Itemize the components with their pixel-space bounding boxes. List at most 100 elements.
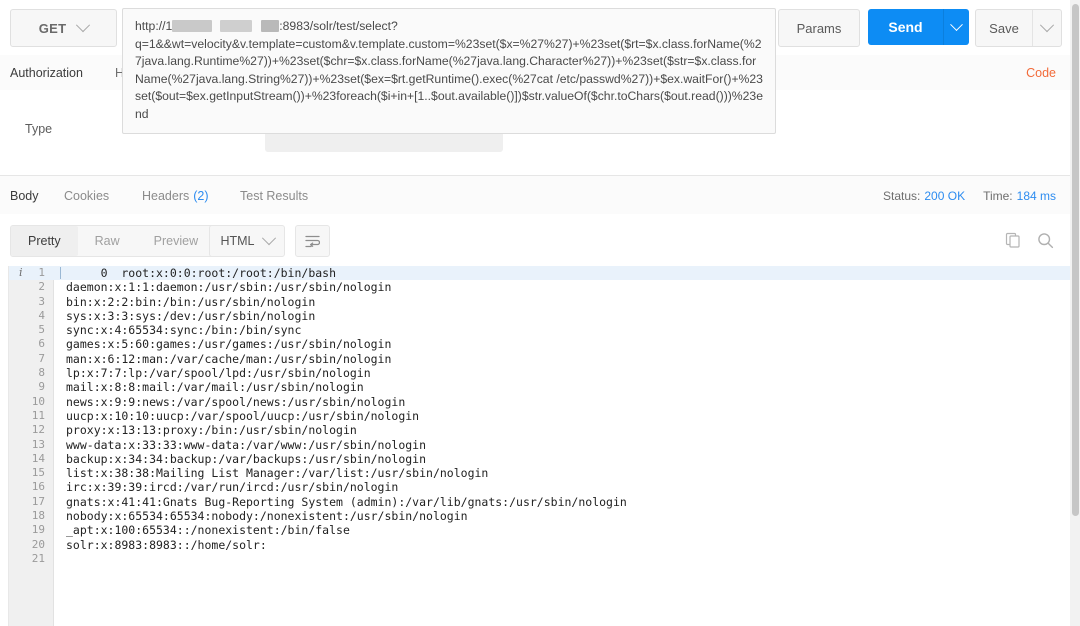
format-select-value: HTML: [220, 234, 255, 248]
search-icon: [1038, 232, 1054, 248]
status-value: 200 OK: [924, 188, 966, 203]
line-number: 2: [38, 280, 45, 294]
view-mode-raw-label: Raw: [94, 234, 120, 248]
view-mode-pretty[interactable]: Pretty: [11, 226, 78, 256]
response-tab-body[interactable]: Body: [10, 176, 39, 217]
code-line-text: backup:x:34:34:backup:/var/backups:/usr/…: [66, 451, 427, 466]
line-number: 3: [38, 294, 45, 308]
view-mode-raw[interactable]: Raw: [78, 226, 137, 256]
code-line: 5 sync:x:4:65534:sync:/bin:/bin/sync: [9, 323, 1070, 337]
params-label: Params: [796, 20, 842, 36]
code-line: 12 proxy:x:13:13:proxy:/bin:/usr/sbin/nol…: [9, 423, 1070, 437]
line-number: 9: [38, 380, 45, 394]
code-line-text: news:x:9:9:news:/var/spool/news:/usr/sbi…: [66, 394, 406, 409]
line-number: 5: [38, 323, 45, 337]
redacted-host-block: [220, 20, 253, 32]
redacted-host-block: [261, 20, 280, 32]
line-number: 7: [38, 351, 45, 365]
response-tab-headers[interactable]: Headers (2): [142, 176, 209, 215]
chevron-down-icon: [1039, 18, 1055, 33]
line-number: 12: [31, 423, 45, 437]
code-line: i1 0 root:x:0:0:root:/root:/bin/bash: [9, 266, 1070, 281]
save-label: Save: [989, 20, 1019, 36]
copy-button[interactable]: [1005, 232, 1021, 248]
send-label: Send: [888, 19, 923, 35]
line-number: 11: [31, 408, 45, 422]
chevron-down-icon: [261, 231, 276, 246]
code-line: 19 _apt:x:100:65534::/nonexistent:/bin/fa…: [9, 523, 1070, 537]
send-button[interactable]: Send: [868, 9, 943, 45]
time-value: 184 ms: [1016, 188, 1056, 203]
response-meta: Status: 200 OK Time: 184 ms: [883, 176, 1056, 215]
code-line-text: _apt:x:100:65534::/nonexistent:/bin/fals…: [66, 523, 350, 538]
time-label: Time:: [983, 188, 1013, 203]
code-line: 6 games:x:5:60:games:/usr/games:/usr/sbin…: [9, 337, 1070, 351]
save-options-button[interactable]: [1032, 10, 1061, 46]
tab-authorization[interactable]: Authorization: [10, 55, 83, 92]
code-line: 10 news:x:9:9:news:/var/spool/news:/usr/s…: [9, 395, 1070, 409]
search-button[interactable]: [1037, 232, 1054, 249]
line-number: 18: [31, 509, 45, 523]
code-line: 9 mail:x:8:8:mail:/var/mail:/usr/sbin/nol…: [9, 380, 1070, 394]
code-line-text: gnats:x:41:41:Gnats Bug-Reporting System…: [66, 494, 627, 509]
url-tooltip-suffix: :8983/solr/test/select?: [279, 19, 398, 33]
code-line-text: sync:x:4:65534:sync:/bin:/bin/sync: [66, 323, 302, 338]
page-scrollbar-thumb[interactable]: [1072, 4, 1079, 516]
response-tab-cookies[interactable]: Cookies: [64, 176, 109, 215]
send-options-button[interactable]: [943, 9, 969, 45]
status-indicator: Status: 200 OK: [883, 189, 965, 203]
view-mode-preview[interactable]: Preview: [137, 226, 215, 256]
http-method-dropdown[interactable]: GET: [10, 9, 117, 47]
line-number: 10: [31, 394, 45, 408]
line-number: 8: [38, 366, 45, 380]
response-tab-test-results[interactable]: Test Results: [240, 176, 308, 215]
code-link-label: Code: [1026, 65, 1056, 80]
url-tooltip-query: q=1&&wt=velocity&v.template=custom&v.tem…: [135, 36, 763, 121]
url-tooltip: http://1 :8983/solr/test/select? q=1&&wt=v…: [122, 8, 776, 134]
line-number: 21: [31, 551, 45, 565]
line-number: 17: [31, 494, 45, 508]
code-line-text: nobody:x:65534:65534:nobody:/nonexistent…: [66, 509, 468, 524]
response-tab-test-results-label: Test Results: [240, 188, 309, 203]
wrap-lines-button[interactable]: [295, 225, 330, 257]
code-line-text: www-data:x:33:33:www-data:/var/www:/usr/…: [66, 437, 427, 452]
code-line-text: sys:x:3:3:sys:/dev:/usr/sbin/nologin: [66, 308, 316, 323]
code-line-text: bin:x:2:2:bin:/bin:/usr/sbin/nologin: [66, 294, 316, 309]
response-body-viewer[interactable]: i1 0 root:x:0:0:root:/root:/bin/bash 2 dae…: [8, 266, 1070, 626]
response-body-lines: i1 0 root:x:0:0:root:/root:/bin/bash 2 dae…: [9, 266, 1070, 566]
code-line: 4 sys:x:3:3:sys:/dev:/usr/sbin/nologin: [9, 309, 1070, 323]
text-caret: [60, 267, 61, 279]
url-tooltip-prefix: http://1: [135, 19, 173, 33]
response-tab-headers-label: Headers: [142, 188, 190, 203]
save-button[interactable]: Save: [976, 10, 1032, 46]
chevron-down-icon: [76, 18, 91, 33]
code-line: 20 solr:x:8983:8983::/home/solr:: [9, 538, 1070, 552]
status-label: Status:: [883, 188, 921, 203]
line-number: 16: [31, 480, 45, 494]
code-line-text: daemon:x:1:1:daemon:/usr/sbin:/usr/sbin/…: [66, 280, 392, 295]
view-mode-group: Pretty Raw Preview: [10, 225, 217, 257]
chevron-down-icon: [950, 17, 963, 31]
params-button[interactable]: Params: [778, 9, 860, 47]
code-line: 17 gnats:x:41:41:Gnats Bug-Reporting Syst…: [9, 495, 1070, 509]
auth-type-label: Type: [25, 122, 53, 136]
code-line-text: solr:x:8983:8983::/home/solr:: [66, 537, 267, 552]
code-line: 18 nobody:x:65534:65534:nobody:/nonexiste…: [9, 509, 1070, 523]
code-line: 7 man:x:6:12:man:/var/cache/man:/usr/sbin…: [9, 352, 1070, 366]
format-select[interactable]: HTML: [209, 225, 285, 257]
postman-response-view: GET Params Send Save Authorization H Cod…: [0, 0, 1070, 626]
page-scrollbar[interactable]: [1070, 0, 1080, 626]
response-tool-icons: [1005, 225, 1054, 255]
code-line: 2 daemon:x:1:1:daemon:/usr/sbin:/usr/sbin…: [9, 280, 1070, 294]
redacted-host-block: [172, 20, 213, 32]
response-tabs: Body Cookies Headers (2) Test Results St…: [0, 175, 1070, 217]
code-line: 15 list:x:38:38:Mailing List Manager:/var…: [9, 466, 1070, 480]
code-line-text: 0 root:x:0:0:root:/root:/bin/bash: [66, 266, 337, 280]
code-line: 21: [9, 552, 1070, 566]
copy-icon: [1005, 232, 1020, 248]
line-number: 15: [31, 466, 45, 480]
line-number: 20: [31, 537, 45, 551]
response-headers-count: (2): [193, 188, 209, 203]
line-number: 4: [38, 308, 45, 322]
code-link[interactable]: Code: [1026, 55, 1056, 90]
